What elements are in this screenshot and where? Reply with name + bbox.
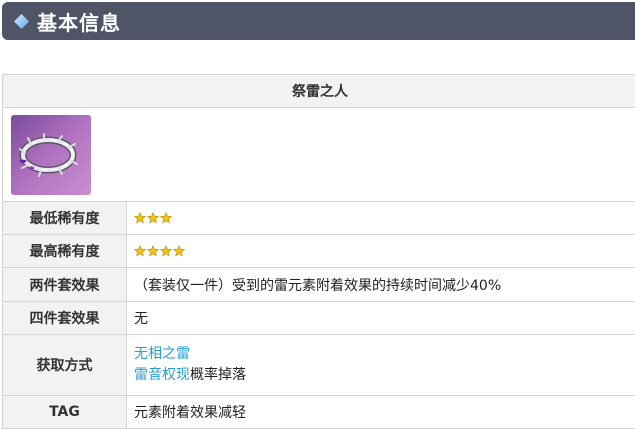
star-icon	[134, 245, 146, 257]
two-piece-value: （套装仅一件）受到的雷元素附着效果的持续时间减少40%	[127, 268, 635, 302]
section-title: 基本信息	[37, 7, 121, 36]
max-rarity-value	[127, 235, 635, 268]
four-piece-label: 四件套效果	[3, 302, 127, 335]
artifact-image-cell	[3, 108, 635, 202]
max-rarity-label: 最高稀有度	[3, 235, 127, 268]
artifact-info-table: 祭雷之人 最低稀有度	[2, 74, 635, 429]
min-rarity-stars	[134, 212, 172, 224]
diamond-icon	[14, 14, 29, 29]
star-icon	[173, 245, 185, 257]
artifact-name: 祭雷之人	[3, 75, 635, 108]
star-icon	[147, 245, 159, 257]
star-icon	[160, 212, 172, 224]
source-value: 无相之雷 雷音权现概率掉落	[127, 335, 635, 396]
tag-value: 元素附着效果减轻	[127, 396, 635, 429]
tag-label: TAG	[3, 396, 127, 429]
source-link-boss[interactable]: 无相之雷	[134, 346, 190, 362]
star-icon	[147, 212, 159, 224]
min-rarity-value	[127, 202, 635, 235]
source-label: 获取方式	[3, 335, 127, 396]
star-icon	[134, 212, 146, 224]
source-drop-text: 概率掉落	[190, 367, 246, 383]
two-piece-label: 两件套效果	[3, 268, 127, 302]
max-rarity-stars	[134, 245, 185, 257]
silver-thorn-circlet-icon[interactable]	[11, 115, 91, 195]
four-piece-value: 无	[127, 302, 635, 335]
section-header-basic-info: 基本信息	[2, 2, 635, 40]
min-rarity-label: 最低稀有度	[3, 202, 127, 235]
star-icon	[160, 245, 172, 257]
source-link-domain[interactable]: 雷音权现	[134, 367, 190, 383]
